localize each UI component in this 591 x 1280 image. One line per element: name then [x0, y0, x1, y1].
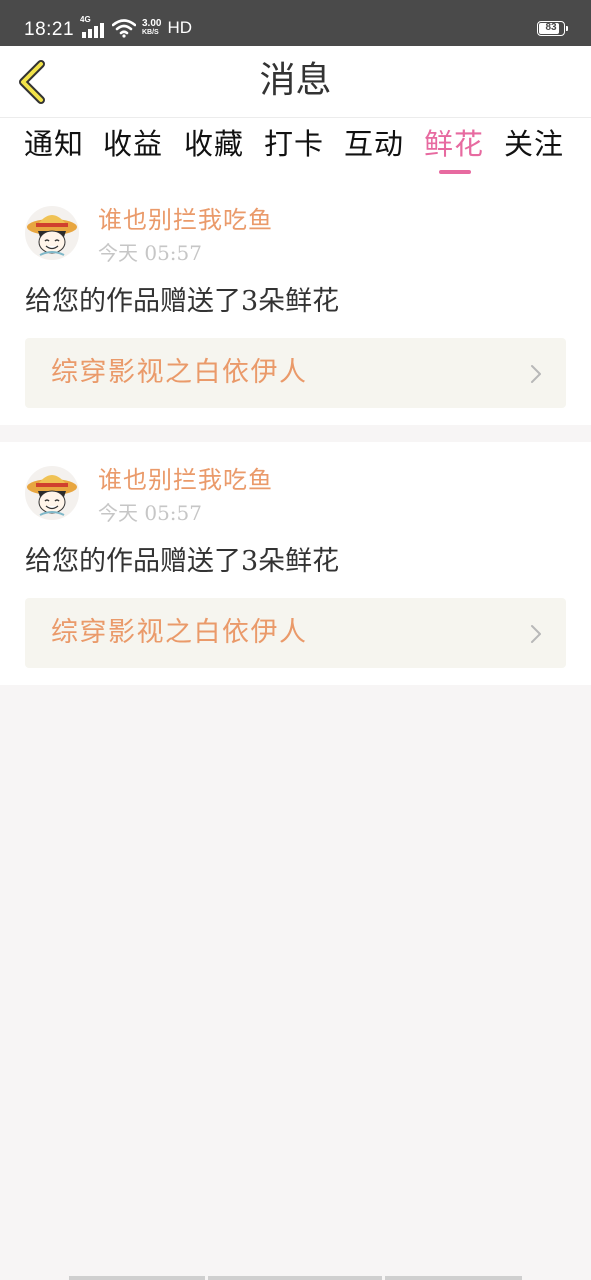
tab-checkin[interactable]: 打卡: [264, 124, 324, 164]
page-title: 消息: [259, 60, 332, 101]
message-text: 给您的作品赠送了3朵鲜花: [25, 546, 340, 577]
chevron-right-icon: [531, 625, 541, 643]
message-text: 给您的作品赠送了3朵鲜花: [25, 286, 340, 317]
chevron-right-icon: [531, 365, 541, 383]
speed-unit: KB/S: [142, 29, 159, 36]
status-icons: 4G 3.00 KB/S HD: [80, 16, 192, 40]
message-time: 今天 05:57: [98, 501, 202, 525]
avatar-icon[interactable]: [24, 205, 80, 261]
work-link[interactable]: 综穿影视之白依伊人: [25, 338, 566, 408]
message-card: 谁也别拦我吃鱼 今天 05:57 给您的作品赠送了3朵鲜花 综穿影视之白依伊人: [0, 182, 591, 425]
speed-value: 3.00: [142, 18, 162, 29]
tab-following[interactable]: 关注: [504, 124, 564, 164]
tab-bar: 通知 收益 收藏 打卡 互动 鲜花 关注: [0, 118, 591, 182]
wifi-icon: [112, 19, 136, 38]
message-time: 今天 05:57: [98, 241, 202, 265]
work-title: 综穿影视之白依伊人: [51, 357, 308, 388]
avatar-icon[interactable]: [24, 465, 80, 521]
message-card: 谁也别拦我吃鱼 今天 05:57 给您的作品赠送了3朵鲜花 综穿影视之白依伊人: [0, 442, 591, 685]
status-bar: 18:21 4G 3.00 KB/S HD 83: [0, 0, 591, 46]
active-tab-indicator: [439, 170, 471, 174]
signal-icon: 4G: [80, 16, 106, 40]
tab-earnings[interactable]: 收益: [103, 124, 163, 164]
status-time: 18:21: [24, 19, 75, 40]
tab-interactions[interactable]: 互动: [344, 124, 404, 164]
navigation-bar: 消息: [0, 46, 591, 118]
work-title: 综穿影视之白依伊人: [51, 617, 308, 648]
tab-favorites[interactable]: 收藏: [184, 124, 244, 164]
username[interactable]: 谁也别拦我吃鱼: [98, 464, 273, 496]
work-link[interactable]: 综穿影视之白依伊人: [25, 598, 566, 668]
tab-flowers[interactable]: 鲜花: [424, 124, 484, 164]
tab-notifications[interactable]: 通知: [24, 124, 84, 164]
battery-level: 83: [545, 22, 557, 33]
hd-label: HD: [167, 18, 193, 37]
network-speed: 3.00 KB/S: [142, 19, 161, 37]
username[interactable]: 谁也别拦我吃鱼: [98, 204, 273, 236]
battery-icon: 83: [537, 21, 568, 36]
system-nav-bar: [0, 1276, 591, 1280]
